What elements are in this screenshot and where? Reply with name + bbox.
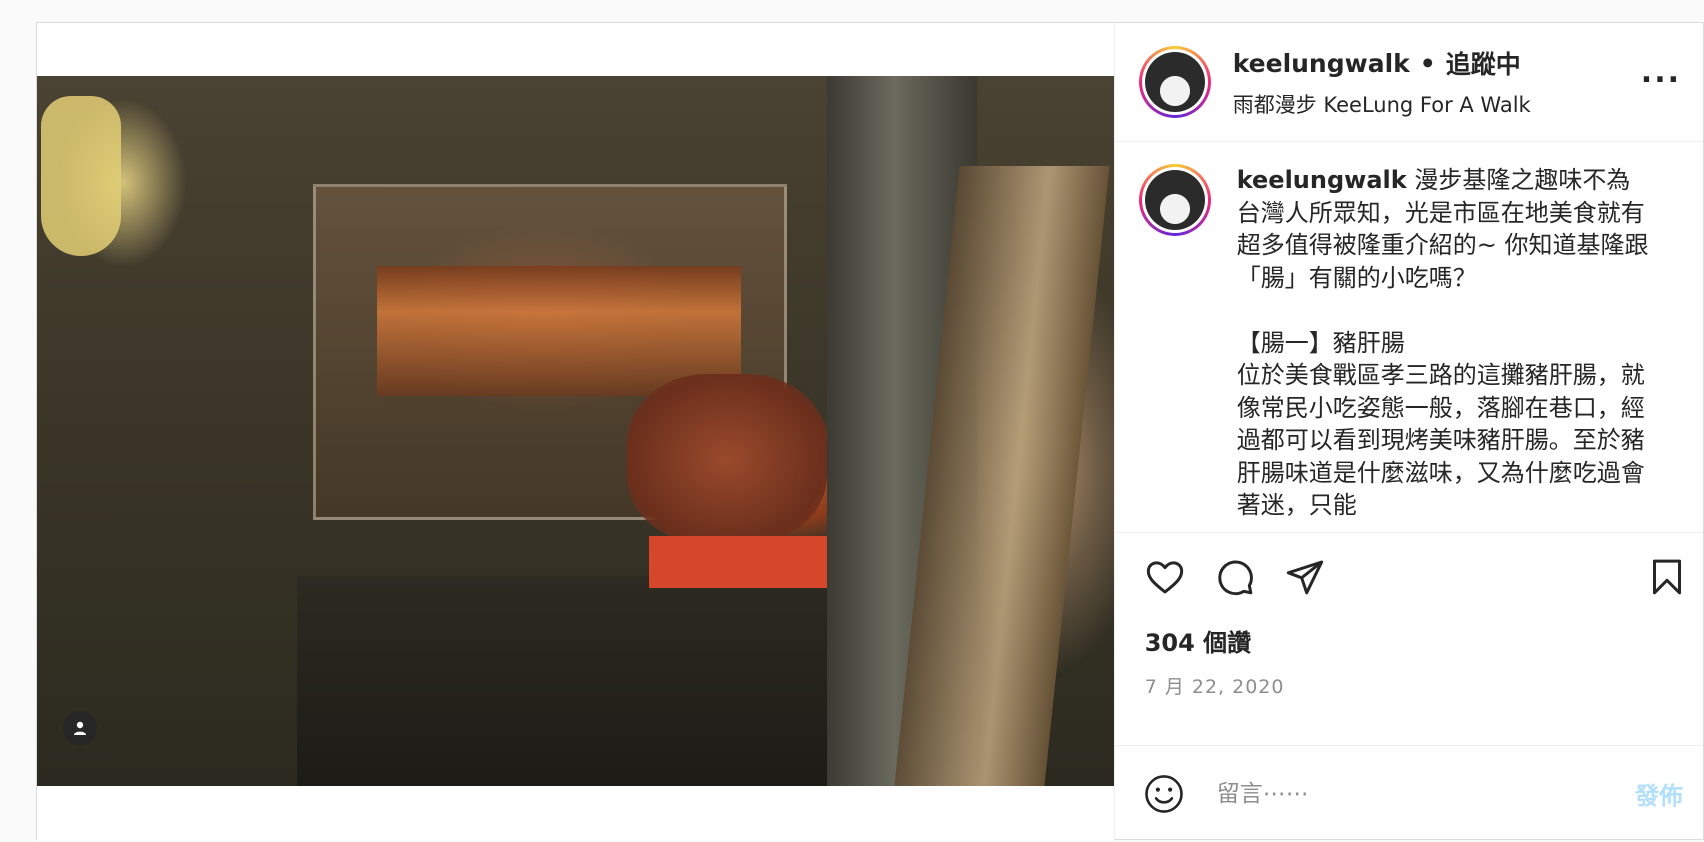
share-button[interactable]: [1283, 555, 1327, 599]
post-media[interactable]: [37, 23, 1115, 841]
photo-detail-table: [297, 576, 857, 786]
photo-detail-glove: [41, 96, 121, 256]
more-options-button[interactable]: ...: [1641, 58, 1681, 88]
header-username[interactable]: keelungwalk: [1233, 49, 1410, 78]
comment-bar: 發佈: [1114, 745, 1703, 841]
person-icon: [74, 721, 86, 735]
post-card: keelungwalk • 追蹤中 雨都漫步 KeeLung For A Wal…: [36, 22, 1704, 841]
photo-detail-basket: [649, 536, 833, 588]
comment-icon: [1217, 560, 1253, 596]
avatar[interactable]: [1138, 46, 1211, 118]
post-comment-button[interactable]: 發佈: [1635, 776, 1683, 811]
comment-button[interactable]: [1213, 555, 1257, 599]
share-icon: [1286, 560, 1323, 595]
caption-avatar[interactable]: [1138, 164, 1211, 236]
post-date[interactable]: 7 月 22, 2020: [1115, 658, 1703, 699]
header-separator: •: [1419, 48, 1436, 78]
comment-input[interactable]: [1216, 780, 1635, 807]
header-subtitle[interactable]: 雨都漫步 KeeLung For A Walk: [1233, 89, 1531, 119]
avatar-image: [1144, 52, 1205, 112]
caption-text: 漫步基隆之趣味不為台灣人所眾知，光是市區在地美食就有超多值得被隆重介紹的~ 你知…: [1236, 166, 1649, 519]
bookmark-icon: [1653, 559, 1681, 595]
like-button[interactable]: [1143, 555, 1187, 599]
smiley-icon[interactable]: [1143, 773, 1185, 815]
more-icon: ...: [1640, 55, 1681, 90]
post-sidebar: keelungwalk • 追蹤中 雨都漫步 KeeLung For A Wal…: [1113, 23, 1703, 841]
photo-detail-sausages: [627, 374, 827, 544]
save-button[interactable]: [1645, 555, 1689, 599]
tagged-users-button[interactable]: [63, 711, 97, 745]
caption-avatar-image: [1144, 170, 1205, 230]
caption-section: keelungwalk 漫步基隆之趣味不為台灣人所眾知，光是市區在地美食就有超多…: [1114, 142, 1703, 533]
like-count[interactable]: 304 個讚: [1115, 621, 1703, 658]
heart-icon: [1146, 561, 1183, 594]
post-header: keelungwalk • 追蹤中 雨都漫步 KeeLung For A Wal…: [1114, 23, 1703, 142]
caption-username[interactable]: keelungwalk: [1237, 166, 1407, 194]
follow-status-button[interactable]: 追蹤中: [1446, 45, 1521, 81]
post-photo[interactable]: [37, 76, 1115, 786]
action-bar: [1115, 533, 1703, 621]
